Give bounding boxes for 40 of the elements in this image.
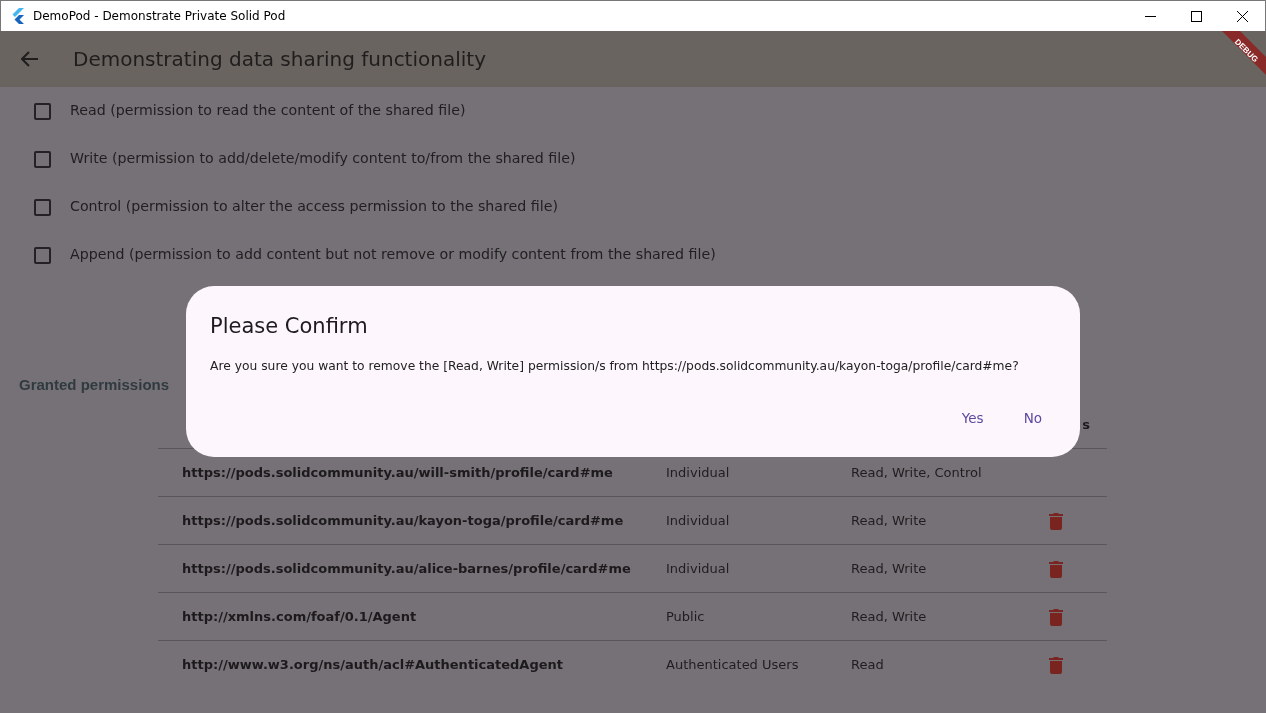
checkbox[interactable]	[34, 150, 51, 168]
delete-icon[interactable]	[1049, 511, 1063, 530]
minimize-icon	[1144, 15, 1156, 17]
table-cell-text: Read, Write	[851, 559, 928, 578]
dialog-message: Are you sure you want to remove the [Read, Write] permission/s from https://pods.solidcommunity.au/kayon-toga/profile/card#me?	[210, 358, 1020, 376]
app-logo-icon	[11, 8, 25, 24]
column-header: s	[1082, 415, 1090, 434]
checkbox-label: Control (permission to alter the access permission to the shared file)	[70, 197, 558, 217]
section-heading: Granted permissions	[19, 375, 171, 395]
table-cell-text: Authenticated Users	[666, 656, 800, 675]
table-cell-text: http://xmlns.com/foaf/0.1/Agent	[181, 607, 418, 626]
table-cell-text: Read	[851, 656, 885, 675]
delete-icon[interactable]	[1049, 559, 1063, 578]
close-icon	[1236, 10, 1248, 22]
back-arrow-icon[interactable]	[21, 51, 39, 67]
checkbox-label: Append (permission to add content but not remove or modify content from the shared file)	[70, 245, 716, 265]
checkbox[interactable]	[34, 246, 51, 264]
table-cell-text: Individual	[666, 463, 731, 482]
table-cell-text: https://pods.solidcommunity.au/kayon-toga/profile/card#me	[181, 511, 625, 530]
delete-icon[interactable]	[1049, 656, 1063, 674]
table-cell-text: Read, Write, Control	[851, 463, 983, 482]
table-cell-text: Individual	[666, 511, 731, 530]
checkbox[interactable]	[34, 102, 51, 120]
page-title: Demonstrating data sharing functionality	[73, 46, 486, 73]
dialog-title: Please Confirm	[210, 314, 369, 340]
table-cell-text: Read, Write	[851, 511, 928, 530]
table-cell-text: http://www.w3.org/ns/auth/acl#AuthenticatedAgent	[181, 656, 565, 675]
window-title: DemoPod - Demonstrate Private Solid Pod	[33, 8, 286, 25]
table-cell-text: Read, Write	[851, 607, 928, 626]
dialog-button[interactable]: Yes	[949, 403, 996, 432]
checkbox-label: Read (permission to read the content of the shared file)	[70, 101, 466, 121]
dialog-button[interactable]: No	[1011, 403, 1054, 432]
maximize-icon	[1190, 10, 1202, 22]
table-cell-text: https://pods.solidcommunity.au/will-smith/profile/card#me	[181, 463, 614, 482]
table-cell-text: Individual	[666, 559, 731, 578]
checkbox-label: Write (permission to add/delete/modify content to/from the shared file)	[70, 149, 576, 169]
table-cell-text: https://pods.solidcommunity.au/alice-barnes/profile/card#me	[181, 559, 632, 578]
delete-icon[interactable]	[1049, 607, 1063, 626]
table-cell-text: Public	[666, 607, 706, 626]
checkbox[interactable]	[34, 198, 51, 216]
